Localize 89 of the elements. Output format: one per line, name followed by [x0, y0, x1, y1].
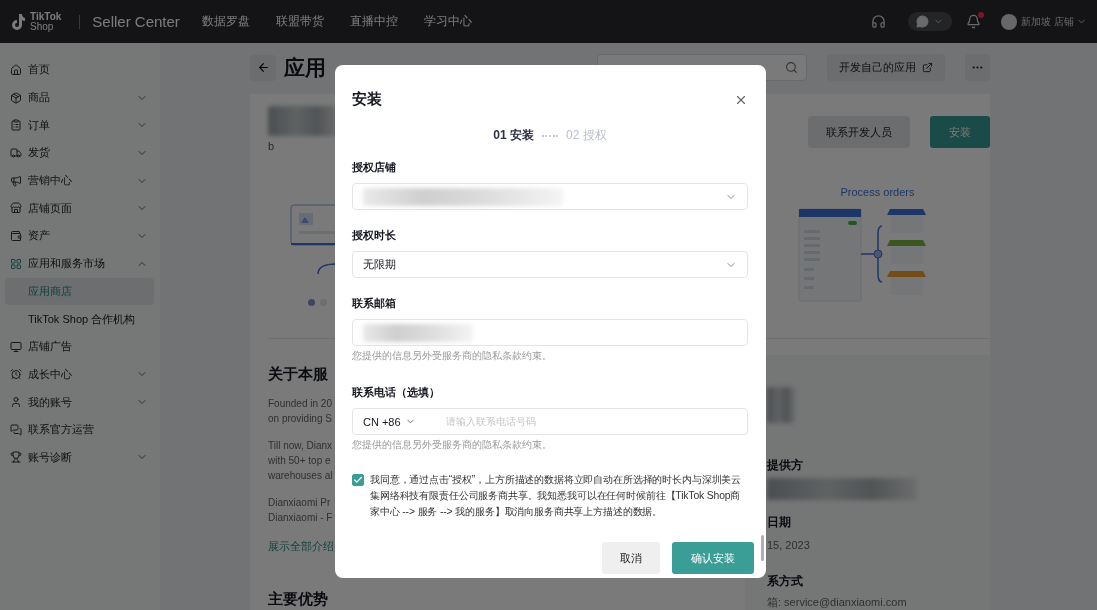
store-icon — [10, 202, 22, 215]
select-field[interactable] — [352, 183, 748, 210]
nav-link[interactable]: 联盟带货 — [275, 13, 324, 30]
field-label: 授权时长 — [352, 228, 397, 243]
contact-developer-button[interactable]: 联系开发人员 — [808, 116, 910, 148]
section-heading: 主要优势 — [268, 590, 328, 609]
info-value: 15, 2023 — [767, 539, 811, 551]
description-line: Dianxiaomi - F — [268, 511, 333, 525]
product-name: Seller Center — [92, 13, 180, 30]
blurred-text — [268, 106, 338, 136]
truck-icon — [10, 146, 22, 159]
chat-menu[interactable] — [908, 12, 953, 31]
info-value: 箱: service@dianxiaomi.com — [767, 595, 908, 610]
show-more-link[interactable]: 展示全部介绍 — [268, 539, 334, 554]
sidebar-item[interactable]: 店铺页面 — [5, 194, 154, 223]
sidebar-item[interactable]: 我的账号 — [5, 388, 154, 416]
nav-link[interactable]: 学习中心 — [423, 13, 472, 30]
nav-link[interactable]: 直播中控 — [349, 13, 398, 30]
slide-title: Process orders — [840, 186, 915, 198]
field-label: 授权店铺 — [352, 160, 397, 175]
arrow-left-icon — [256, 61, 270, 74]
develop-app-button[interactable]: 开发自己的应用 — [827, 54, 945, 81]
more-button[interactable] — [965, 54, 990, 81]
avatar[interactable] — [1001, 13, 1018, 30]
select-field[interactable]: 无限期 — [352, 251, 748, 278]
sidebar-item[interactable]: 订单 — [5, 111, 154, 140]
description-line: on providing S — [268, 412, 332, 426]
trophy-icon — [10, 451, 22, 464]
field-hint: 您提供的信息另外受服务商的隐私条款约束。 — [352, 349, 553, 363]
sidebar-item[interactable]: 营销中心 — [5, 166, 154, 195]
dialog-title: 安装 — [352, 90, 382, 109]
logo-text: TikTok Shop — [30, 11, 62, 32]
headset-icon[interactable] — [871, 14, 887, 29]
sidebar-item[interactable]: 商品 — [5, 83, 154, 112]
field-label: 联系电话（选填） — [352, 385, 441, 400]
sidebar-item[interactable]: 店铺广告 — [5, 332, 154, 361]
monitor-icon — [10, 340, 22, 353]
description-line: Till now, Dianx — [268, 439, 333, 453]
section-heading: 关于本服 — [268, 365, 328, 384]
install-button[interactable]: 安装 — [930, 116, 990, 148]
field-label: 联系邮箱 — [352, 296, 397, 311]
email-field[interactable] — [352, 319, 748, 346]
step-label: 02 授权 — [566, 127, 607, 144]
sidebar-subitem[interactable]: 应用商店 — [5, 277, 154, 306]
info-label: 提供方 — [767, 457, 804, 474]
alarm-clock-icon — [10, 368, 22, 381]
cancel-button[interactable]: 取消 — [602, 542, 660, 574]
app-subtitle: b — [268, 140, 275, 152]
tiktok-note-icon — [10, 12, 26, 31]
carousel-dot[interactable] — [308, 299, 315, 306]
chat-icon — [916, 15, 930, 28]
info-label: 系方式 — [767, 573, 804, 590]
description-line: Founded in 20 — [268, 397, 332, 411]
sidebar-item[interactable]: 首页 — [5, 56, 154, 84]
clipboard-icon — [10, 119, 22, 132]
step-connector — [542, 134, 558, 137]
search-icon — [785, 61, 798, 74]
description-line: with 50+ top e — [268, 454, 331, 468]
sidebar-item[interactable]: 成长中心 — [5, 360, 154, 389]
megaphone-icon — [10, 174, 22, 187]
user-icon — [10, 396, 22, 409]
sidebar-item[interactable]: 账号诊断 — [5, 443, 154, 472]
store-name[interactable]: 新加坡 店铺 — [1021, 14, 1074, 29]
nav-link[interactable]: 数据罗盘 — [201, 13, 250, 30]
blurred-logo — [767, 387, 795, 423]
scrollbar — [761, 535, 764, 561]
wallet-icon — [10, 229, 22, 242]
step-label: 01 安装 — [493, 127, 534, 144]
box-icon — [10, 91, 22, 104]
agreement-text: 我同意，通过点击“授权”，上方所描述的数据将立即自动在所选择的时长内与深圳美云集网络科技有限责任公司服务商共享。我知悉我可以在任何时候前往【TikTok Shop商家中心 --> 服务 --> 我的服务】取消向服务商共享上方描述的数据。 — [370, 473, 743, 519]
description-line: warehouses al — [268, 469, 333, 483]
sidebar-subitem[interactable]: TikTok Shop 合作机构 — [5, 305, 154, 333]
page-title: 应用 — [284, 54, 326, 81]
sidebar-item[interactable]: 应用和服务市场 — [5, 249, 154, 278]
description-line: Dianxiaomi Pr — [268, 496, 331, 510]
field-hint: 您提供的信息另外受服务商的隐私条款约束。 — [352, 438, 553, 452]
sidebar-item[interactable]: 发货 — [5, 139, 154, 167]
chat-icon — [10, 423, 22, 436]
sidebar-item[interactable]: 资产 — [5, 222, 154, 250]
sidebar-item[interactable]: 联系官方运营 — [5, 415, 154, 444]
confirm-install-button[interactable]: 确认安装 — [672, 542, 754, 574]
bell-icon[interactable] — [966, 14, 982, 29]
external-link-icon — [922, 62, 933, 73]
back-button[interactable] — [250, 54, 276, 81]
country-code-select[interactable]: CN +86 — [363, 415, 438, 428]
agree-checkbox[interactable] — [352, 474, 364, 486]
home-icon — [10, 63, 22, 76]
info-label: 日期 — [767, 514, 792, 531]
grid-icon — [10, 257, 22, 270]
